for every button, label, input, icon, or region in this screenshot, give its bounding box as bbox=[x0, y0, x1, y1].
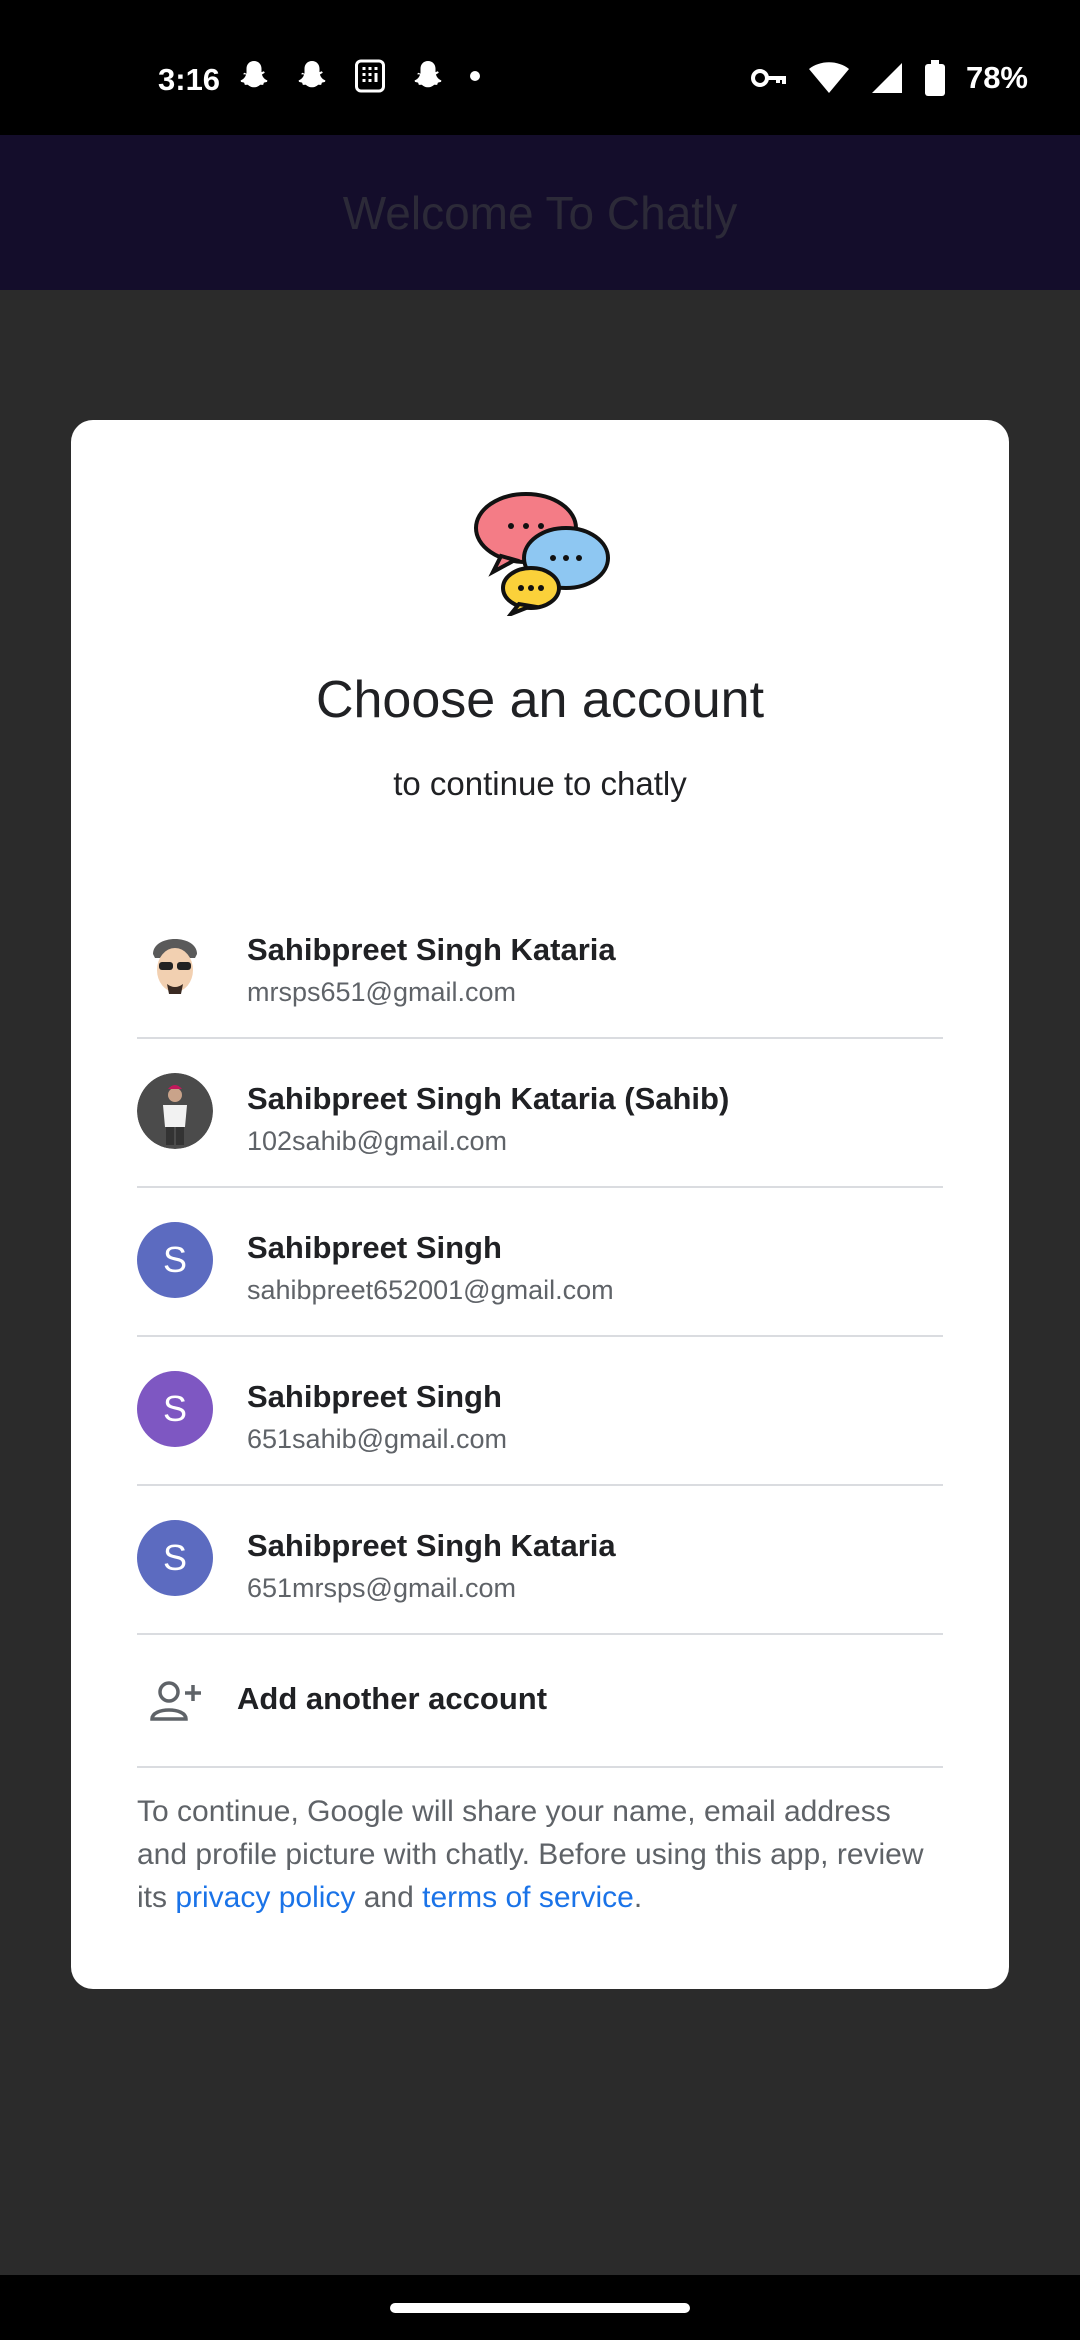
account-list: Sahibpreet Singh Kataria mrsps651@gmail.… bbox=[137, 890, 943, 1768]
letter-avatar: S bbox=[137, 1222, 213, 1298]
calculator-icon bbox=[355, 59, 385, 93]
letter-avatar: S bbox=[137, 1371, 213, 1447]
account-row[interactable]: S Sahibpreet Singh 651sahib@gmail.com bbox=[137, 1337, 943, 1486]
account-name: Sahibpreet Singh Kataria bbox=[247, 1528, 616, 1563]
account-email: 651sahib@gmail.com bbox=[247, 1424, 508, 1454]
app-title: Welcome To Chatly bbox=[342, 186, 738, 239]
privacy-policy-link[interactable]: privacy policy bbox=[175, 1881, 355, 1914]
account-email: 102sahib@gmail.com bbox=[247, 1126, 508, 1156]
cartoon-avatar bbox=[137, 924, 213, 1000]
snapchat-icon bbox=[240, 61, 268, 88]
terms-of-service-link[interactable]: terms of service bbox=[422, 1881, 634, 1914]
system-icons: 78% bbox=[750, 60, 1028, 96]
wifi-icon bbox=[808, 62, 849, 93]
snapchat-icon bbox=[414, 61, 442, 88]
navigation-bar bbox=[0, 2275, 1080, 2340]
snapchat-icon bbox=[298, 61, 326, 88]
vpn-key-icon bbox=[750, 69, 786, 87]
home-gesture-handle[interactable] bbox=[390, 2303, 690, 2313]
dialog-title: Choose an account bbox=[315, 671, 765, 729]
add-account-button[interactable]: Add another account bbox=[137, 1635, 943, 1768]
person-add-icon bbox=[150, 1681, 201, 1721]
notification-icons bbox=[236, 58, 482, 94]
account-email: mrsps651@gmail.com bbox=[247, 977, 516, 1007]
consent-and: and bbox=[355, 1881, 423, 1914]
dot-icon bbox=[470, 71, 480, 81]
chat-bubbles-logo bbox=[474, 492, 610, 616]
account-row[interactable]: S Sahibpreet Singh sahibpreet652001@gmai… bbox=[137, 1188, 943, 1337]
account-row[interactable]: S Sahibpreet Singh Kataria 651mrsps@gmai… bbox=[137, 1486, 943, 1635]
status-time: 3:16 bbox=[158, 62, 221, 97]
status-bar: 3:16 78% bbox=[0, 0, 1080, 135]
signal-icon bbox=[871, 63, 902, 93]
dialog-subtitle: to continue to chatly bbox=[393, 765, 687, 802]
account-row[interactable]: Sahibpreet Singh Kataria mrsps651@gmail.… bbox=[137, 890, 943, 1039]
account-email: 651mrsps@gmail.com bbox=[247, 1573, 516, 1603]
account-name: Sahibpreet Singh Kataria bbox=[247, 932, 616, 967]
account-chooser-dialog: Choose an account to continue to chatly … bbox=[71, 420, 1009, 1989]
account-name: Sahibpreet Singh Kataria (Sahib) bbox=[247, 1081, 730, 1116]
battery-icon bbox=[924, 60, 945, 96]
letter-avatar: S bbox=[137, 1520, 213, 1596]
account-name: Sahibpreet Singh bbox=[247, 1379, 502, 1414]
account-email: sahibpreet652001@gmail.com bbox=[247, 1275, 614, 1305]
consent-text: To continue, Google will share your name… bbox=[137, 1790, 943, 1919]
battery-percent: 78% bbox=[965, 60, 1028, 95]
app-bar: Welcome To Chatly bbox=[0, 135, 1080, 290]
photo-avatar bbox=[137, 1073, 213, 1149]
account-name: Sahibpreet Singh bbox=[247, 1230, 502, 1265]
consent-suffix: . bbox=[633, 1881, 643, 1914]
account-row[interactable]: Sahibpreet Singh Kataria (Sahib) 102sahi… bbox=[137, 1039, 943, 1188]
add-account-label: Add another account bbox=[237, 1681, 548, 1716]
